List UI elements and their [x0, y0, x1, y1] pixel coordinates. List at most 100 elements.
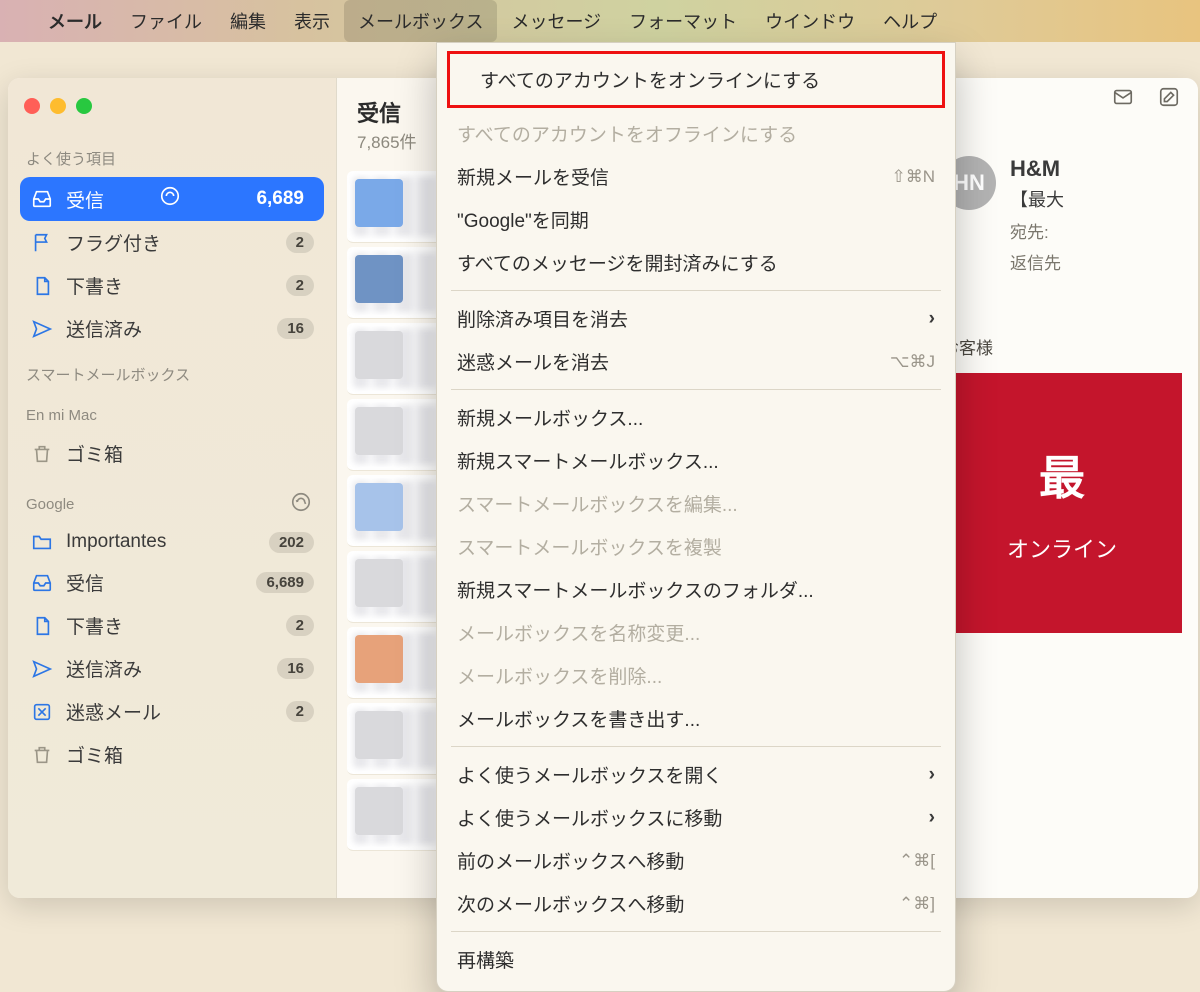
menu-item[interactable]: 新規メールボックス... — [437, 396, 955, 439]
local-item[interactable]: ゴミ箱 — [20, 432, 324, 475]
favorites-item[interactable]: 受信6,689 — [20, 177, 324, 221]
account-item[interactable]: ゴミ箱 — [20, 733, 324, 776]
greeting: お客様 — [942, 334, 1182, 359]
sidebar-item-label: ゴミ箱 — [66, 440, 123, 467]
sidebar-item-label: 下書き — [66, 612, 123, 639]
menu-item[interactable]: 新規メールを受信 ⇧⌘N — [437, 155, 955, 198]
menu-help[interactable]: ヘルプ — [869, 0, 951, 42]
menu-item[interactable]: すべてのアカウントをオンラインにする — [460, 58, 932, 101]
menu-item[interactable]: よく使うメールボックスに移動› — [437, 796, 955, 839]
minimize-icon[interactable] — [50, 98, 66, 114]
menu-item[interactable]: 迷惑メールを消去 ⌥⌘J — [437, 340, 955, 383]
menu-edit[interactable]: 編集 — [216, 0, 280, 42]
favorites-item[interactable]: 送信済み16 — [20, 307, 324, 350]
banner-subline: オンライン — [1007, 532, 1117, 564]
menu-item[interactable]: よく使うメールボックスを開く › — [437, 753, 955, 796]
item-count-badge: 6,689 — [246, 186, 314, 212]
item-count-badge: 16 — [277, 318, 314, 339]
menu-mailbox[interactable]: メールボックス — [344, 0, 497, 42]
menu-app[interactable]: メール — [34, 0, 116, 42]
menu-format[interactable]: フォーマット — [615, 0, 751, 42]
item-count-badge: 16 — [277, 658, 314, 679]
trash-icon — [30, 443, 54, 465]
menu-shortcut: ⇧⌘N — [891, 167, 935, 187]
highlighted-menu-item[interactable]: すべてのアカウントをオンラインにする — [447, 51, 945, 108]
menu-item-label: 削除済み項目を消去 — [457, 305, 628, 332]
account-item[interactable]: Importantes202 — [20, 523, 324, 561]
menu-item[interactable]: 再構築 — [437, 938, 955, 981]
sidebar-item-label: 送信済み — [66, 655, 142, 682]
menu-item: メールボックスを名称変更... — [437, 611, 955, 654]
menu-item-label: メールボックスを名称変更... — [457, 619, 700, 646]
menu-item-label: メールボックスを書き出す... — [457, 705, 700, 732]
chevron-right-icon: › — [929, 764, 935, 786]
menu-item-label: すべてのアカウントをオンラインにする — [480, 66, 820, 93]
junk-icon — [30, 701, 54, 723]
menu-item-label: 新規スマートメールボックス... — [457, 447, 719, 474]
system-menubar: メール ファイル 編集 表示 メールボックス メッセージ フォーマット ウインド… — [0, 0, 1200, 42]
item-count-badge: 202 — [269, 532, 314, 553]
preview-pane: HN H&M 【最大 宛先: 返信先 お客様 最 オンライン — [926, 78, 1198, 898]
favorites-item[interactable]: フラグ付き2 — [20, 221, 324, 264]
menu-item: メールボックスを削除... — [437, 654, 955, 697]
menu-item[interactable]: 削除済み項目を消去 › — [437, 297, 955, 340]
sync-status-icon — [159, 185, 181, 213]
sidebar-item-label: ゴミ箱 — [66, 741, 123, 768]
chevron-right-icon: › — [929, 308, 935, 330]
compose-icon[interactable] — [1158, 86, 1180, 113]
menu-item-label: 次のメールボックスへ移動 — [457, 890, 684, 917]
menu-message[interactable]: メッセージ — [497, 0, 615, 42]
menu-item[interactable]: メールボックスを書き出す... — [437, 697, 955, 740]
account-item[interactable]: 送信済み 16 — [20, 647, 324, 690]
menu-item-label: スマートメールボックスを編集... — [457, 490, 738, 517]
menu-item: スマートメールボックスを複製 — [437, 525, 955, 568]
menu-item[interactable]: "Google"を同期 — [437, 198, 955, 241]
menu-item-label: よく使うメールボックスを開く — [457, 761, 722, 788]
menu-item-label: すべてのアカウントをオフラインにする — [457, 120, 797, 147]
menu-item-label: 迷惑メールを消去 — [457, 348, 609, 375]
account-item[interactable]: 受信6,689 — [20, 561, 324, 604]
menu-item-label: 再構築 — [457, 946, 514, 973]
menu-view[interactable]: 表示 — [280, 0, 344, 42]
trash-icon — [30, 744, 54, 766]
item-count-badge: 2 — [286, 615, 314, 636]
reply-to-label: 返信先 — [1010, 249, 1064, 274]
message-subject: 【最大 — [1010, 186, 1064, 212]
account-header[interactable]: Google — [26, 491, 318, 517]
menu-item-label: 新規スマートメールボックスのフォルダ... — [457, 576, 814, 603]
close-icon[interactable] — [24, 98, 40, 114]
menu-item-label: 新規メールボックス... — [457, 404, 643, 431]
menu-separator — [451, 389, 941, 390]
menu-separator — [451, 931, 941, 932]
account-item[interactable]: 迷惑メール2 — [20, 690, 324, 733]
menu-item-label: スマートメールボックスを複製 — [457, 533, 722, 560]
local-header: En mi Mac — [26, 407, 318, 424]
account-item[interactable]: 下書き 2 — [20, 604, 324, 647]
menu-item[interactable]: 前のメールボックスへ移動⌃⌘[ — [437, 839, 955, 882]
menu-shortcut: ⌃⌘] — [899, 894, 935, 914]
menu-item[interactable]: 新規スマートメールボックス... — [437, 439, 955, 482]
promo-banner: 最 オンライン — [942, 373, 1182, 633]
menu-item-label: すべてのメッセージを開封済みにする — [457, 249, 778, 276]
menu-file[interactable]: ファイル — [116, 0, 216, 42]
menu-item[interactable]: 新規スマートメールボックスのフォルダ... — [437, 568, 955, 611]
inbox-icon — [30, 188, 54, 210]
menu-item-label: "Google"を同期 — [457, 206, 589, 233]
menu-item-label: メールボックスを削除... — [457, 662, 662, 689]
menu-item[interactable]: すべてのメッセージを開封済みにする — [437, 241, 955, 284]
doc-icon — [30, 275, 54, 297]
menu-item-label: 新規メールを受信 — [457, 163, 609, 190]
favorites-header: よく使う項目 — [26, 148, 318, 169]
menu-item: スマートメールボックスを編集... — [437, 482, 955, 525]
menu-window[interactable]: ウインドウ — [751, 0, 869, 42]
envelope-icon[interactable] — [1112, 86, 1134, 113]
sender-name: H&M — [1010, 156, 1064, 182]
item-count-badge: 6,689 — [256, 572, 314, 593]
favorites-item[interactable]: 下書き2 — [20, 264, 324, 307]
menu-shortcut: ⌥⌘J — [890, 352, 935, 372]
menu-item[interactable]: 次のメールボックスへ移動 ⌃⌘] — [437, 882, 955, 925]
smart-header: スマートメールボックス — [26, 364, 318, 385]
sidebar: よく使う項目 受信6,689フラグ付き2下書き2送信済み16 スマートメールボッ… — [8, 78, 336, 898]
send-icon — [30, 658, 54, 680]
zoom-icon[interactable] — [76, 98, 92, 114]
